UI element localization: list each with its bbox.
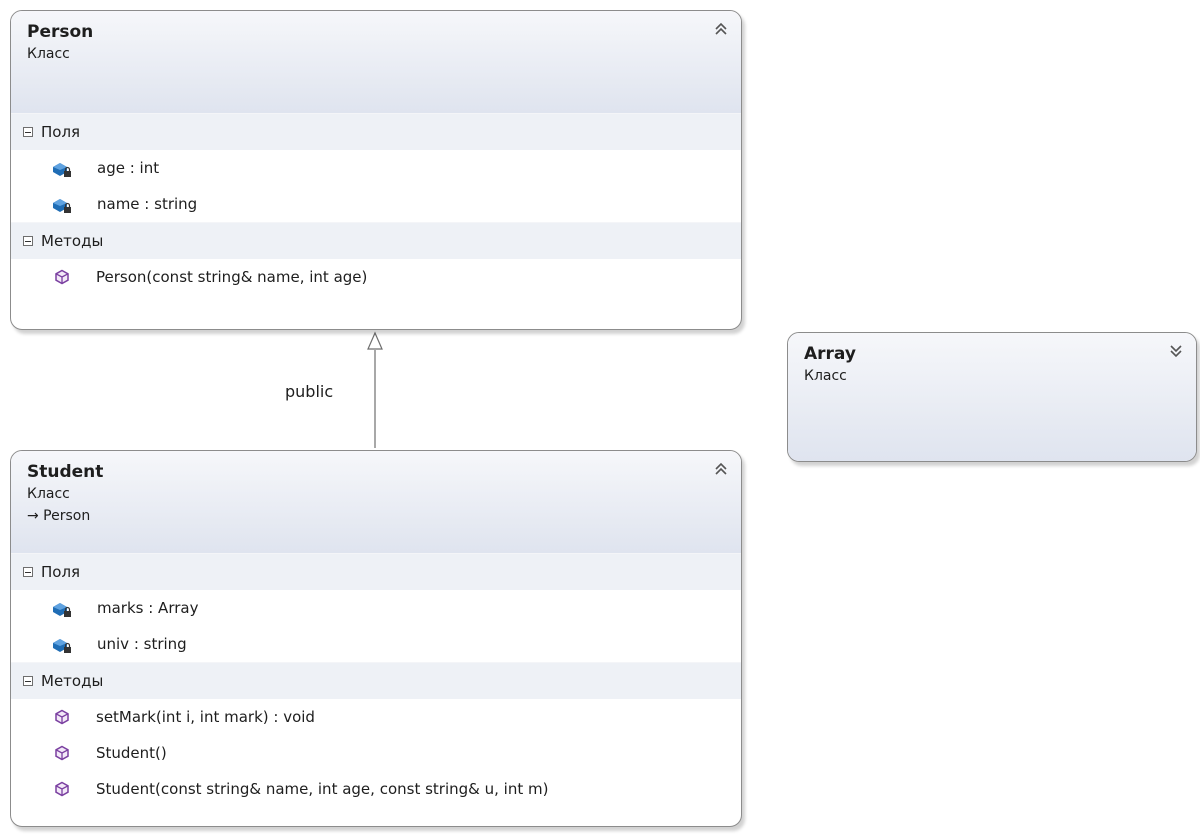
base-class-label: → Person xyxy=(27,508,91,524)
field-label: univ : string xyxy=(97,635,187,653)
double-chevron-down-icon[interactable] xyxy=(1168,343,1184,359)
class-header: Person Класс xyxy=(11,11,741,113)
method-label: Person(const string& name, int age) xyxy=(96,268,368,286)
class-stereotype: Класс xyxy=(804,368,847,384)
fields-compartment-header[interactable]: Поля xyxy=(11,113,741,150)
inheritance-label: public xyxy=(285,382,334,401)
class-person[interactable]: Person Класс Поля age : int name : strin… xyxy=(10,10,742,330)
method-item[interactable]: Person(const string& name, int age) xyxy=(11,259,741,295)
class-stereotype: Класс xyxy=(27,46,70,62)
collapse-compartment-icon[interactable] xyxy=(23,236,33,246)
collapse-compartment-icon[interactable] xyxy=(23,567,33,577)
methods-compartment-header[interactable]: Методы xyxy=(11,222,741,259)
double-chevron-up-icon[interactable] xyxy=(713,461,729,477)
class-array[interactable]: Array Класс xyxy=(787,332,1197,462)
method-cube-icon xyxy=(55,745,69,761)
field-label: age : int xyxy=(97,159,160,177)
class-name: Person xyxy=(27,22,94,42)
method-label: Student() xyxy=(96,744,167,762)
private-field-icon xyxy=(53,163,71,177)
method-label: Student(const string& name, int age, con… xyxy=(96,780,549,798)
field-item[interactable]: univ : string xyxy=(11,626,741,662)
field-label: marks : Array xyxy=(97,599,199,617)
class-header: Array Класс xyxy=(788,333,1196,461)
class-name: Array xyxy=(804,344,856,364)
class-student[interactable]: Student Класс → Person Поля marks : Arra… xyxy=(10,450,742,827)
field-item[interactable]: marks : Array xyxy=(11,590,741,626)
collapse-compartment-icon[interactable] xyxy=(23,127,33,137)
field-item[interactable]: age : int xyxy=(11,150,741,186)
private-field-icon xyxy=(53,603,71,617)
class-name: Student xyxy=(27,462,104,482)
class-stereotype: Класс xyxy=(27,486,70,502)
field-label: name : string xyxy=(97,195,198,213)
private-field-icon xyxy=(53,199,71,213)
collapse-compartment-icon[interactable] xyxy=(23,676,33,686)
method-item[interactable]: Student() xyxy=(11,735,741,771)
method-cube-icon xyxy=(55,709,69,725)
field-item[interactable]: name : string xyxy=(11,186,741,222)
method-cube-icon xyxy=(55,781,69,797)
double-chevron-up-icon[interactable] xyxy=(713,21,729,37)
inheritance-arrowhead xyxy=(367,331,383,350)
method-label: setMark(int i, int mark) : void xyxy=(96,708,315,726)
class-header: Student Класс → Person xyxy=(11,451,741,553)
method-cube-icon xyxy=(55,269,69,285)
method-item[interactable]: Student(const string& name, int age, con… xyxy=(11,771,741,807)
method-item[interactable]: setMark(int i, int mark) : void xyxy=(11,699,741,735)
private-field-icon xyxy=(53,639,71,653)
compartment-title: Поля xyxy=(41,563,81,581)
methods-compartment-header[interactable]: Методы xyxy=(11,662,741,699)
compartment-title: Методы xyxy=(41,672,104,690)
compartment-title: Поля xyxy=(41,123,81,141)
fields-compartment-header[interactable]: Поля xyxy=(11,553,741,590)
compartment-title: Методы xyxy=(41,232,104,250)
